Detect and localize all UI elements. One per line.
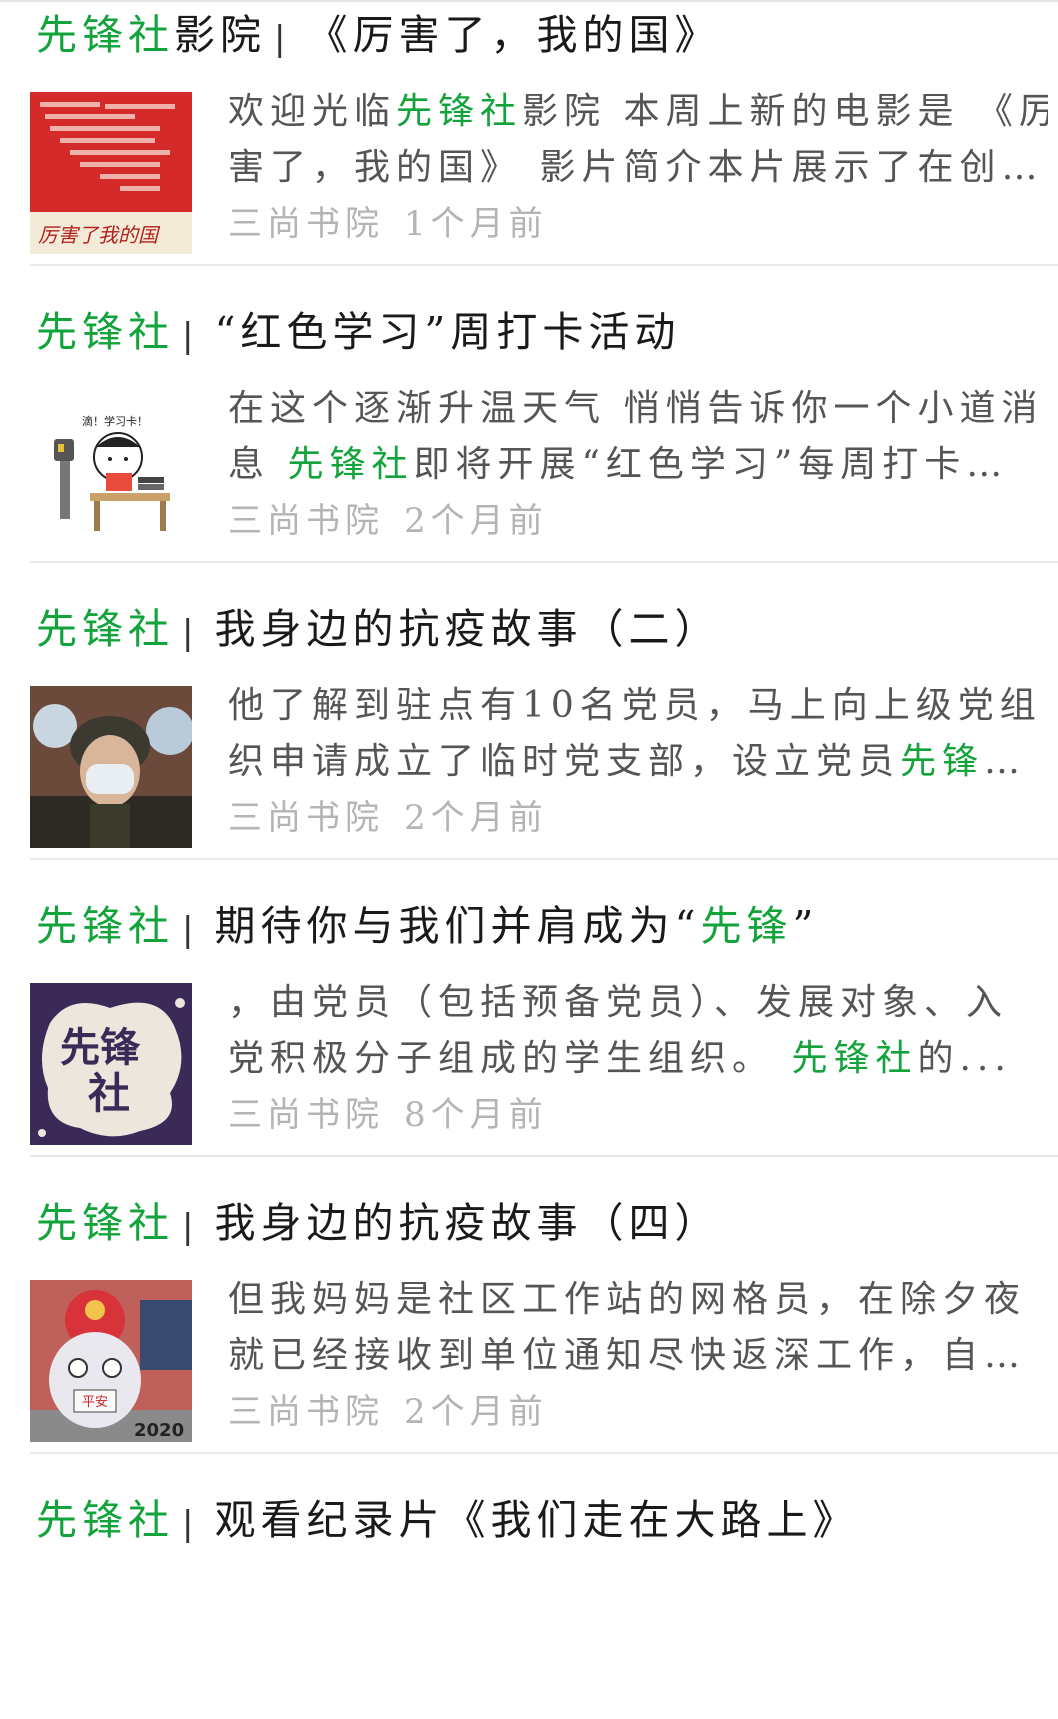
title-keyword: 先锋社 xyxy=(36,605,174,653)
title-keyword: 先锋社 xyxy=(36,902,174,950)
movie-poster-icon: 厉害了我的国 xyxy=(30,92,192,254)
title-keyword: 先锋 xyxy=(700,902,793,950)
summary-line: 他了解到驻点有10名党员，马上向上级党组 xyxy=(228,685,1042,726)
article-summary: 他了解到驻点有10名党员，马上向上级党组 织申请成立了临时党支部，设立党员先锋… xyxy=(228,678,1048,790)
summary-keyword: 先锋社 xyxy=(287,444,414,485)
title-text: ” xyxy=(792,902,819,950)
title-keyword: 先锋社 xyxy=(36,308,174,356)
title-keyword: 先锋社 xyxy=(36,11,174,59)
source-name: 三尚书院 xyxy=(228,1392,384,1432)
source-name: 三尚书院 xyxy=(228,204,384,244)
source-name: 三尚书院 xyxy=(228,501,384,541)
logo-splash-icon: 先锋 社 xyxy=(30,983,192,1145)
publish-time: 1个月前 xyxy=(404,204,548,244)
article-meta: 三尚书院 2个月前 xyxy=(228,1384,548,1433)
title-suffix: 影院 xyxy=(174,11,266,59)
title-separator: | xyxy=(182,315,199,356)
title-text: “红色学习”周打卡活动 xyxy=(214,308,681,356)
title-text: 期待你与我们并肩成为“ xyxy=(214,902,701,950)
title-separator: | xyxy=(182,1503,199,1544)
masked-soldier-icon xyxy=(30,686,192,848)
article-summary: ，由党员（包括预备党员）、发展对象、入 党积极分子组成的学生组织。 先锋社的..… xyxy=(228,975,1048,1087)
summary-text: 织申请成立了临时党支部，设立党员 xyxy=(228,741,901,782)
title-text: 观看纪录片《我们走在大路上》 xyxy=(214,1496,859,1544)
svg-text:先锋: 先锋 xyxy=(60,1024,141,1071)
summary-line: ，由党员（包括预备党员）、发展对象、入 xyxy=(228,982,1009,1023)
article-meta: 三尚书院 1个月前 xyxy=(228,196,548,245)
article-summary: 欢迎光临先锋社影院 本周上新的电影是 《厉 害了，我的国》 影片简介本片展示了在… xyxy=(228,84,1048,196)
list-item[interactable]: 先锋社 | 我身边的抗疫故事（四） 平安 2020 但我妈妈是社区工作站的网格员，在… xyxy=(30,1188,1058,1484)
title-keyword: 先锋社 xyxy=(36,1199,174,1247)
title-separator: | xyxy=(182,612,199,653)
summary-text: 的... xyxy=(917,1038,1012,1079)
publish-time: 2个月前 xyxy=(404,1392,548,1432)
list-item[interactable]: 先锋社 | 期待你与我们并肩成为“先锋” 先锋 社 ，由党员（包括预备党员）、发展对… xyxy=(30,891,1058,1187)
summary-line: 在这个逐渐升温天气 悄悄告诉你一个小道消 xyxy=(228,388,1044,429)
source-name: 三尚书院 xyxy=(228,798,384,838)
summary-text: 党积极分子组成的学生组织。 xyxy=(228,1038,792,1079)
summary-line: 害了，我的国》 影片简介本片展示了在创… xyxy=(228,147,1044,188)
list-item[interactable]: 先锋社 | 我身边的抗疫故事（二） 他了解到驻点有10名党员，马上向上级党组 织申请… xyxy=(30,594,1058,890)
summary-text: 欢迎光临 xyxy=(228,91,397,132)
title-separator: | xyxy=(182,1206,199,1247)
article-title[interactable]: 先锋社 | “红色学习”周打卡活动 xyxy=(36,297,680,367)
summary-line: 但我妈妈是社区工作站的网格员，在除夕夜 xyxy=(228,1279,1027,1320)
article-title[interactable]: 先锋社影院 | 《厉害了，我的国》 xyxy=(36,0,720,70)
list-item[interactable]: 先锋社影院 | 《厉害了，我的国》 厉害了我的国 欢迎光临先锋社影院 本周上新的… xyxy=(30,0,1058,296)
thumbnail-image[interactable] xyxy=(30,686,192,848)
summary-text: 影院 本周上新的电影是 《厉 xyxy=(522,91,1048,132)
summary-line: 就已经接收到单位通知尽快返深工作，自… xyxy=(228,1335,1027,1376)
summary-text: … xyxy=(984,741,1027,782)
publish-time: 2个月前 xyxy=(404,798,548,838)
item-divider xyxy=(30,1452,1058,1454)
title-keyword: 先锋社 xyxy=(36,1496,174,1544)
study-cartoon-icon: 滴！学习卡！ xyxy=(30,389,192,551)
article-summary: 但我妈妈是社区工作站的网格员，在除夕夜 就已经接收到单位通知尽快返深工作，自… xyxy=(228,1272,1048,1384)
thumbnail-image[interactable]: 滴！学习卡！ xyxy=(30,389,192,551)
item-divider xyxy=(30,561,1058,563)
item-divider xyxy=(30,858,1058,860)
item-divider xyxy=(30,1155,1058,1157)
svg-text:厉害了我的国: 厉害了我的国 xyxy=(38,223,161,247)
article-meta: 三尚书院 2个月前 xyxy=(228,493,548,542)
svg-text:平安: 平安 xyxy=(82,1395,108,1410)
thumbnail-image[interactable]: 先锋 社 xyxy=(30,983,192,1145)
title-separator: | xyxy=(274,18,291,59)
item-divider xyxy=(30,264,1058,266)
thumbnail-image[interactable]: 厉害了我的国 xyxy=(30,92,192,254)
summary-text: 息 xyxy=(228,444,288,485)
thumbnail-image[interactable]: 平安 2020 xyxy=(30,1280,192,1442)
article-title[interactable]: 先锋社 | 我身边的抗疫故事（二） xyxy=(36,594,720,664)
svg-text:社: 社 xyxy=(88,1069,130,1118)
list-item[interactable]: 先锋社 | 观看纪录片《我们走在大路上》 xyxy=(30,1485,1058,1575)
article-title[interactable]: 先锋社 | 期待你与我们并肩成为“先锋” xyxy=(36,891,818,961)
title-text: 我身边的抗疫故事（二） xyxy=(214,605,721,653)
article-title[interactable]: 先锋社 | 我身边的抗疫故事（四） xyxy=(36,1188,720,1258)
source-name: 三尚书院 xyxy=(228,1095,384,1135)
list-item[interactable]: 先锋社 | “红色学习”周打卡活动 滴！学习卡！ 在这个逐渐升温天气 悄悄告诉你… xyxy=(30,297,1058,593)
article-summary: 在这个逐渐升温天气 悄悄告诉你一个小道消 息 先锋社即将开展“红色学习”每周打卡… xyxy=(228,381,1048,493)
publish-time: 2个月前 xyxy=(404,501,548,541)
summary-keyword: 先锋社 xyxy=(396,91,523,132)
lion-dance-icon: 平安 2020 xyxy=(30,1280,192,1442)
summary-keyword: 先锋社 xyxy=(791,1038,918,1079)
title-text: 《厉害了，我的国》 xyxy=(306,11,721,59)
svg-text:2020: 2020 xyxy=(134,1420,184,1441)
title-separator: | xyxy=(182,909,199,950)
summary-keyword: 先锋 xyxy=(900,741,985,782)
article-title[interactable]: 先锋社 | 观看纪录片《我们走在大路上》 xyxy=(36,1485,858,1555)
title-text: 我身边的抗疫故事（四） xyxy=(214,1199,721,1247)
article-meta: 三尚书院 8个月前 xyxy=(228,1087,548,1136)
publish-time: 8个月前 xyxy=(404,1095,548,1135)
svg-text:滴！学习卡！: 滴！学习卡！ xyxy=(82,414,148,428)
article-meta: 三尚书院 2个月前 xyxy=(228,790,548,839)
summary-text: 即将开展“红色学习”每周打卡… xyxy=(413,444,1009,485)
